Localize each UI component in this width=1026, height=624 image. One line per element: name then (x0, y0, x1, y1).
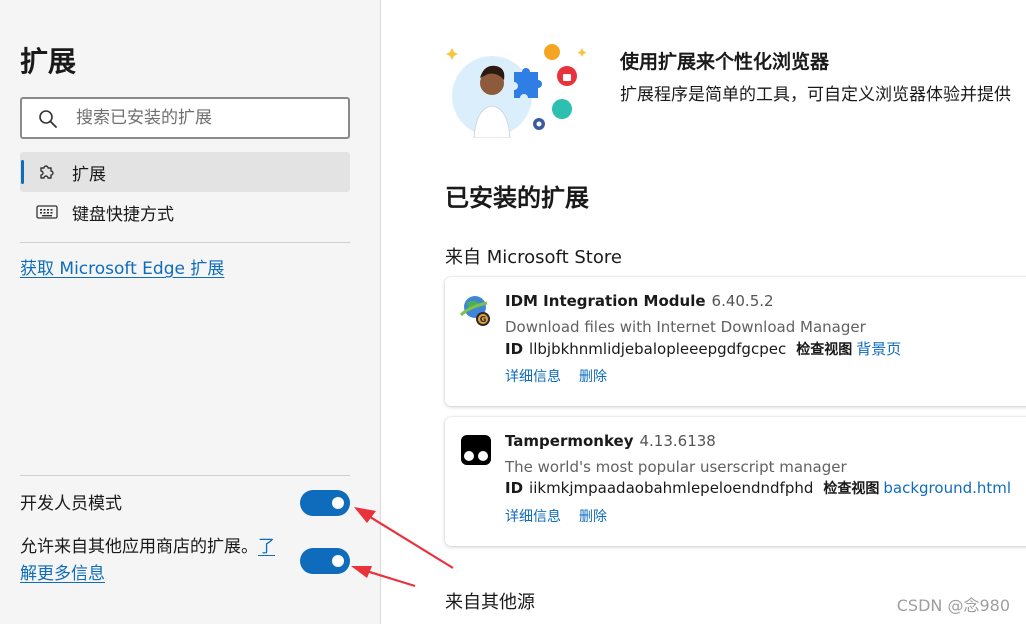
extension-name: Tampermonkey 4.13.6138 (505, 432, 716, 450)
keyboard-icon (36, 201, 58, 223)
details-link[interactable]: 详细信息 (505, 369, 561, 385)
id-label: ID (505, 479, 524, 497)
developer-mode-label: 开发人员模式 (20, 494, 122, 514)
extension-description: The world's most popular userscript mana… (505, 458, 847, 476)
details-link[interactable]: 详细信息 (505, 509, 561, 525)
extension-card-idm: G IDM Integration Module 6.40.5.2 Downloa… (445, 277, 1026, 406)
svg-text:G: G (480, 315, 487, 324)
extension-id: llbjbkhnmlidjebalopleeepgdfgcpec (529, 340, 787, 358)
divider (20, 475, 350, 476)
search-icon (39, 110, 57, 128)
extension-actions: 详细信息 删除 (505, 366, 625, 386)
inspect-views-label: 检查视图 (796, 342, 853, 358)
installed-extensions-title: 已安装的扩展 (445, 184, 589, 212)
extension-description: Download files with Internet Download Ma… (505, 318, 866, 336)
extension-card-tampermonkey: Tampermonkey 4.13.6138 The world's most p… (445, 417, 1026, 546)
remove-link[interactable]: 删除 (579, 369, 607, 385)
sidebar-item-label: 扩展 (72, 164, 106, 185)
extension-actions: 详细信息 删除 (505, 506, 625, 526)
extension-version: 6.40.5.2 (711, 292, 774, 310)
inspect-views-label: 检查视图 (823, 481, 880, 497)
search-input[interactable] (76, 105, 336, 131)
remove-link[interactable]: 删除 (579, 509, 607, 525)
sidebar-item-extensions[interactable]: 扩展 (20, 152, 350, 192)
main-content: 使用扩展来个性化浏览器 扩展程序是简单的工具，可自定义浏览器体验并提供 已安装的… (382, 0, 1026, 624)
extension-name: IDM Integration Module 6.40.5.2 (505, 292, 774, 310)
id-label: ID (505, 340, 524, 358)
hero-title: 使用扩展来个性化浏览器 (620, 51, 830, 73)
watermark: CSDN @念980 (896, 596, 1010, 615)
background-html-link[interactable]: background.html (883, 479, 1011, 497)
sidebar-title: 扩展 (20, 45, 77, 78)
extension-title: IDM Integration Module (505, 292, 706, 310)
sidebar-item-label: 键盘快捷方式 (72, 204, 174, 225)
extension-title: Tampermonkey (505, 432, 634, 450)
get-extensions-link[interactable]: 获取 Microsoft Edge 扩展 (20, 254, 224, 279)
extension-version: 4.13.6138 (639, 432, 716, 450)
idm-globe-icon: G (459, 296, 490, 326)
hero-description: 扩展程序是简单的工具，可自定义浏览器体验并提供 (620, 85, 1011, 105)
search-box[interactable] (20, 97, 350, 139)
puzzle-icon (36, 161, 58, 183)
extension-id-row: ID llbjbkhnmlidjebalopleeepgdfgcpec 检查视图 背景… (505, 338, 901, 359)
divider (20, 242, 350, 243)
sidebar: 扩展 扩展 键盘快捷方式 获取 Mic (0, 0, 381, 624)
from-other-sources-label: 来自其他源 (445, 592, 535, 613)
sidebar-item-keyboard-shortcuts[interactable]: 键盘快捷方式 (20, 192, 350, 232)
hero-illustration (446, 44, 587, 138)
extension-id-row: ID iikmkjmpaadaobahmlepeloendndfphd 检查视图 ba… (505, 478, 1011, 498)
from-store-label: 来自 Microsoft Store (445, 247, 622, 268)
background-page-link[interactable]: 背景页 (856, 340, 901, 358)
extension-id: iikmkjmpaadaobahmlepeloendndfphd (529, 479, 814, 497)
allow-other-stores-text: 允许来自其他应用商店的扩展。 (20, 537, 258, 557)
allow-other-stores-label: 允许来自其他应用商店的扩展。了解更多信息 (20, 534, 290, 588)
tampermonkey-icon (461, 435, 491, 465)
